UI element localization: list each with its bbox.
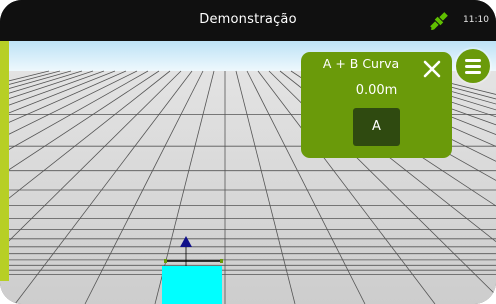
device-screen: Demonstração 11:10 A + B Curva 0.00m A — [0, 0, 496, 304]
hamburger-line — [465, 71, 481, 74]
left-accent-stripe — [0, 41, 9, 281]
hamburger-line — [465, 65, 481, 68]
distance-readout: 0.00m — [355, 83, 398, 98]
implement-left-end — [164, 259, 167, 263]
clock-time: 11:10 — [463, 15, 489, 25]
hamburger-menu-icon — [465, 59, 481, 62]
app-title: Demonstração — [199, 12, 297, 27]
vehicle-marker — [162, 236, 223, 304]
close-icon[interactable] — [421, 58, 443, 80]
implement-right-end — [220, 259, 223, 263]
guidance-mode-title: A + B Curva — [322, 56, 400, 71]
guidance-panel: A + B Curva 0.00m A — [301, 52, 452, 158]
heading-arrow-icon — [180, 236, 192, 247]
satellite-icon[interactable] — [428, 10, 450, 32]
top-status-bar: Demonstração 11:10 — [0, 0, 496, 41]
vehicle-body — [162, 266, 222, 304]
menu-button[interactable] — [456, 49, 490, 83]
set-point-a-button[interactable]: A — [353, 108, 400, 146]
